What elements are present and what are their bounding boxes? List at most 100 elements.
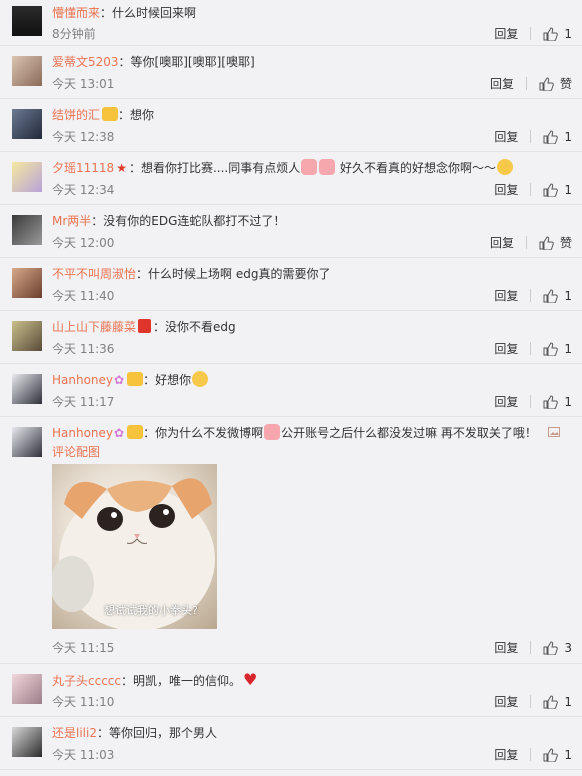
reply-button[interactable]: 回复 xyxy=(494,693,518,710)
like-count: 1 xyxy=(564,288,572,303)
red-envelope-icon xyxy=(138,319,152,333)
username[interactable]: 丸子头ccccc xyxy=(52,674,121,688)
avatar[interactable] xyxy=(12,6,42,36)
pig-emoji-icon xyxy=(264,424,281,440)
comment-text: ：等你回归，那个男人 xyxy=(96,726,217,740)
comment-row: 夕瑶11118 ★ ：想看你打比赛....同事有点烦人 好久不看真的好想念你啊～～ … xyxy=(0,152,582,205)
comment-text: ：想看你打比赛....同事有点烦人 xyxy=(128,161,301,175)
timestamp: 今天 12:34 xyxy=(52,183,115,197)
timestamp: 今天 11:15 xyxy=(52,641,115,655)
thumb-up-icon[interactable] xyxy=(539,76,554,91)
reply-button[interactable]: 回复 xyxy=(490,234,514,251)
username[interactable]: 懵懂而来 xyxy=(52,6,100,20)
like-count: 1 xyxy=(564,694,572,709)
reply-button[interactable]: 回复 xyxy=(494,287,518,304)
timestamp: 今天 11:40 xyxy=(52,289,115,303)
avatar[interactable] xyxy=(12,162,42,192)
reply-button[interactable]: 回复 xyxy=(494,393,518,410)
comment-text-continued: 好久不看真的好想念你啊～～ xyxy=(336,161,497,175)
username[interactable]: 结饼的汇 xyxy=(52,108,100,122)
comment-row: 还是lili2：等你回归，那个男人 今天 11:03 回复 1 xyxy=(0,717,582,770)
comment-text: ：你为什么不发微博啊 xyxy=(143,426,264,440)
avatar[interactable] xyxy=(12,268,42,298)
thumb-up-icon[interactable] xyxy=(539,235,554,250)
like-count: 1 xyxy=(564,129,572,144)
comment-row: Mr两半：没有你的EDG连蛇队都打不过了！ 今天 12:00 回复 赞 xyxy=(0,205,582,258)
reply-button[interactable]: 回复 xyxy=(494,340,518,357)
like-count: 3 xyxy=(564,640,572,655)
like-label: 赞 xyxy=(559,77,572,91)
comment-row: 山上山下藤藤菜 ：没你不看edg 今天 11:36 回复 1 xyxy=(0,311,582,364)
timestamp: 今天 12:38 xyxy=(52,130,115,144)
comment-row: Hanhoney✿ ：你为什么不发微博啊 公开账号之后什么都没发过嘛 再不发取关了哦… xyxy=(0,417,582,664)
comment-text: ：明凯，唯一的信仰。 xyxy=(121,674,242,688)
like-label: 赞 xyxy=(559,236,572,250)
timestamp: 今天 13:01 xyxy=(52,77,115,91)
avatar[interactable] xyxy=(12,374,42,404)
comment-text: ：什么时候上场啊 edg真的需要你了 xyxy=(136,267,331,281)
reply-button[interactable]: 回复 xyxy=(494,639,518,656)
thumb-up-icon[interactable] xyxy=(543,640,559,655)
thumb-up-icon[interactable] xyxy=(543,129,559,144)
comment-row: Hanhoney✿ ：好想你 今天 11:17 回复 1 xyxy=(0,364,582,417)
username[interactable]: 山上山下藤藤菜 xyxy=(52,320,136,334)
butterfly-icon: ✿ xyxy=(114,426,125,440)
thumb-up-icon[interactable] xyxy=(543,182,559,197)
image-icon[interactable] xyxy=(548,427,560,437)
avatar[interactable] xyxy=(12,427,42,457)
smile-emoji-icon xyxy=(497,159,514,175)
comment-image-link[interactable]: 评论配图 xyxy=(52,443,100,460)
avatar[interactable] xyxy=(12,215,42,245)
avatar[interactable] xyxy=(12,109,42,139)
avatar[interactable] xyxy=(12,56,42,86)
thumb-up-icon[interactable] xyxy=(543,747,559,762)
pig-emoji-icon xyxy=(319,159,336,175)
thumb-up-icon[interactable] xyxy=(543,288,559,303)
avatar[interactable] xyxy=(12,674,42,704)
timestamp: 8分钟前 xyxy=(52,27,96,41)
comment-text: ：什么时候回来啊 xyxy=(100,6,197,20)
username[interactable]: 夕瑶11118 xyxy=(52,161,114,175)
heart-icon: ♥ xyxy=(243,670,258,689)
comment-text: ：想你 xyxy=(118,108,155,122)
username[interactable]: 爱蒂文5203 xyxy=(52,55,119,69)
thumb-up-icon[interactable] xyxy=(543,694,559,709)
comment-row: 丸子头ccccc：明凯，唯一的信仰。 ♥ 今天 11:10 回复 1 xyxy=(0,664,582,717)
like-count: 1 xyxy=(564,341,572,356)
member-badge-icon xyxy=(127,425,144,439)
comment-image[interactable]: 想试试我的小拳头? xyxy=(52,464,217,629)
username[interactable]: Mr两半 xyxy=(52,214,91,228)
reply-button[interactable]: 回复 xyxy=(494,25,518,42)
comment-row: 结饼的汇 ：想你 今天 12:38 回复 1 xyxy=(0,99,582,152)
avatar[interactable] xyxy=(12,321,42,351)
comment-text: ：没你不看edg xyxy=(153,320,236,334)
timestamp: 今天 11:10 xyxy=(52,695,115,709)
username[interactable]: Hanhoney xyxy=(52,426,113,440)
thumb-up-icon[interactable] xyxy=(543,394,559,409)
reply-button[interactable]: 回复 xyxy=(494,128,518,145)
username[interactable]: 不平不叫周淑怡 xyxy=(52,267,136,281)
member-badge-icon xyxy=(127,372,144,386)
pig-emoji-icon xyxy=(301,159,318,175)
comment-row: 懵懂而来：什么时候回来啊 8分钟前 回复 1 xyxy=(0,0,582,46)
comment-text: ：好想你 xyxy=(143,373,192,387)
image-caption: 想试试我的小拳头? xyxy=(104,604,198,617)
timestamp: 今天 11:03 xyxy=(52,748,115,762)
avatar[interactable] xyxy=(12,727,42,757)
comment-text-continued: 公开账号之后什么都没发过嘛 再不发取关了哦！ xyxy=(281,426,537,440)
username[interactable]: 还是lili2 xyxy=(52,726,97,740)
thumb-up-icon[interactable] xyxy=(543,26,559,41)
timestamp: 今天 12:00 xyxy=(52,236,115,250)
comment-row: 不平不叫周淑怡：什么时候上场啊 edg真的需要你了 今天 11:40 回复 1 xyxy=(0,258,582,311)
thumb-up-icon[interactable] xyxy=(543,341,559,356)
butterfly-icon: ✿ xyxy=(114,373,125,387)
reply-button[interactable]: 回复 xyxy=(494,746,518,763)
username[interactable]: Hanhoney xyxy=(52,373,113,387)
comment-text: ：等你[噢耶][噢耶][噢耶] xyxy=(118,55,255,69)
comment-row: 爱蒂文5203：等你[噢耶][噢耶][噢耶] 今天 13:01 回复 赞 xyxy=(0,46,582,99)
sad-emoji-icon xyxy=(192,371,209,387)
reply-button[interactable]: 回复 xyxy=(494,181,518,198)
star-badge-icon: ★ xyxy=(116,161,127,175)
timestamp: 今天 11:17 xyxy=(52,395,115,409)
reply-button[interactable]: 回复 xyxy=(490,75,514,92)
